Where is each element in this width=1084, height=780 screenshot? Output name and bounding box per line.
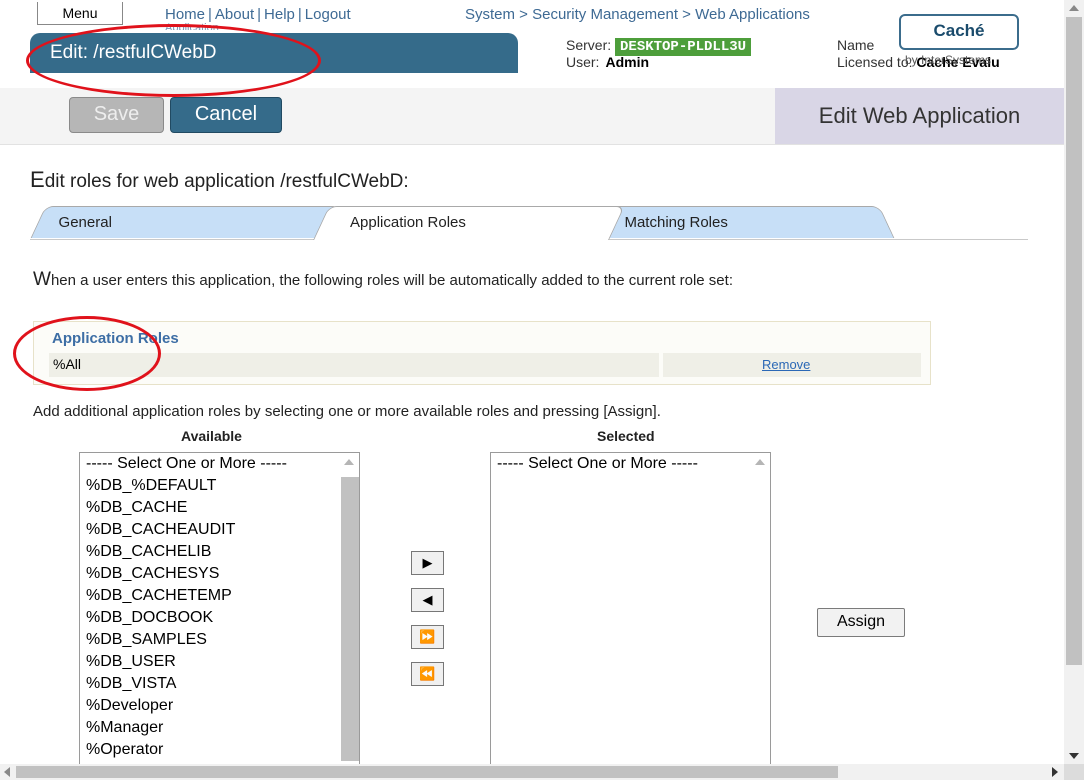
arrow-right-icon: ▶ [422,555,433,570]
top-links-overflow: Application [165,22,219,30]
tab-matching-roles-label: Matching Roles [624,214,728,231]
page-title: Edit: /restfulCWebD [50,42,217,63]
list-item[interactable]: %DB_%DEFAULT [80,475,359,497]
tab-general-label: General [58,214,112,231]
scroll-up-icon[interactable] [1069,5,1079,11]
scrollbar-thumb[interactable] [1066,17,1082,665]
available-label: Available [181,428,242,444]
role-name-cell: %All [49,353,659,377]
role-action-cell: Remove [663,353,921,377]
tab-matching-roles[interactable]: Matching Roles [587,206,895,238]
list-item[interactable]: %DB_CACHEAUDIT [80,519,359,541]
list-item[interactable]: %DB_CACHE [80,497,359,519]
selected-list-scrollbar[interactable] [751,453,770,769]
move-left-button[interactable]: ◀ [411,588,444,612]
window-vertical-scrollbar[interactable] [1064,0,1084,764]
double-arrow-right-icon: ⏩ [419,629,436,644]
application-roles-table: Application Roles %All Remove [33,321,931,385]
server-label: Server: [566,37,612,53]
scroll-down-icon[interactable] [1069,753,1079,759]
scroll-right-icon[interactable] [1052,767,1058,777]
window-horizontal-scrollbar[interactable] [0,764,1064,780]
about-link[interactable]: About [215,6,254,23]
page-heading: Edit Web Application [775,88,1064,144]
list-item[interactable]: %Operator [80,739,359,761]
scrollbar-thumb[interactable] [16,766,838,778]
tab-general[interactable]: General [30,206,341,238]
list-item[interactable]: %DB_DOCBOOK [80,607,359,629]
selected-roles-list[interactable]: ----- Select One or More ----- [490,452,771,770]
list-item[interactable]: %DB_CACHETEMP [80,585,359,607]
intersystems-logo-text: by InterSystems [905,53,992,67]
move-right-button[interactable]: ▶ [411,551,444,575]
scroll-up-icon[interactable] [755,459,765,465]
assign-button[interactable]: Assign [817,608,905,637]
user-value: Admin [605,54,650,70]
tab-bar: General Matching Roles Application Roles [30,205,1028,240]
intro-rest: hen a user enters this application, the … [50,272,733,289]
arrow-left-icon: ◀ [422,592,433,607]
server-info: Server: DESKTOP-PLDLL3U User: Admin [566,37,752,71]
section-title: Edit roles for web application /restfulC… [30,167,409,193]
scroll-left-icon[interactable] [4,767,10,777]
available-list-scrollbar[interactable] [340,453,359,769]
tab-application-roles-label: Application Roles [350,214,466,231]
table-row: %All Remove [49,353,921,377]
help-link[interactable]: Help [264,6,295,23]
breadcrumb[interactable]: System > Security Management > Web Appli… [465,6,880,24]
menu-button[interactable]: Menu [37,2,123,25]
header: Menu Home | About | Help | Logout Application … [0,0,1064,88]
toolbar: Save Cancel Edit Web Application [0,88,1064,145]
intro-text: When a user enters this application, the… [33,269,933,290]
move-all-right-button[interactable]: ⏩ [411,625,444,649]
home-link[interactable]: Home [165,6,205,23]
remove-link[interactable]: Remove [762,357,810,372]
title-bar: Edit: /restfulCWebD [30,33,518,73]
selected-label: Selected [597,428,655,444]
license-label: Licensed to: [837,54,913,70]
move-all-left-button[interactable]: ⏪ [411,662,444,686]
list-item[interactable]: %DB_USER [80,651,359,673]
cache-logo: Caché [899,14,1019,50]
scrollbar-thumb[interactable] [341,477,359,761]
double-arrow-left-icon: ⏪ [419,666,436,681]
cancel-button[interactable]: Cancel [170,97,282,133]
scroll-up-icon[interactable] [344,459,354,465]
name-label: Name [837,37,875,53]
list-item[interactable]: ----- Select One or More ----- [80,453,359,475]
logout-link[interactable]: Logout [305,6,351,23]
scrollbar-corner [1064,764,1084,780]
save-button[interactable]: Save [69,97,164,133]
section-title-cap: E [30,167,45,192]
list-item[interactable]: %DB_VISTA [80,673,359,695]
tab-application-roles[interactable]: Application Roles [313,206,625,240]
list-item[interactable]: %DB_SAMPLES [80,629,359,651]
list-item[interactable]: %Developer [80,695,359,717]
list-item[interactable]: %DB_CACHESYS [80,563,359,585]
available-roles-list[interactable]: ----- Select One or More ----- %DB_%DEFA… [79,452,360,770]
add-roles-instructions: Add additional application roles by sele… [33,403,661,420]
list-item[interactable]: %Manager [80,717,359,739]
intro-cap: W [33,269,51,290]
list-item[interactable]: %DB_CACHELIB [80,541,359,563]
list-item[interactable]: ----- Select One or More ----- [491,453,770,475]
roles-table-header: Application Roles [52,330,179,347]
section-title-text: dit roles for web application /restfulCW… [44,171,409,192]
user-label: User: [566,54,600,70]
